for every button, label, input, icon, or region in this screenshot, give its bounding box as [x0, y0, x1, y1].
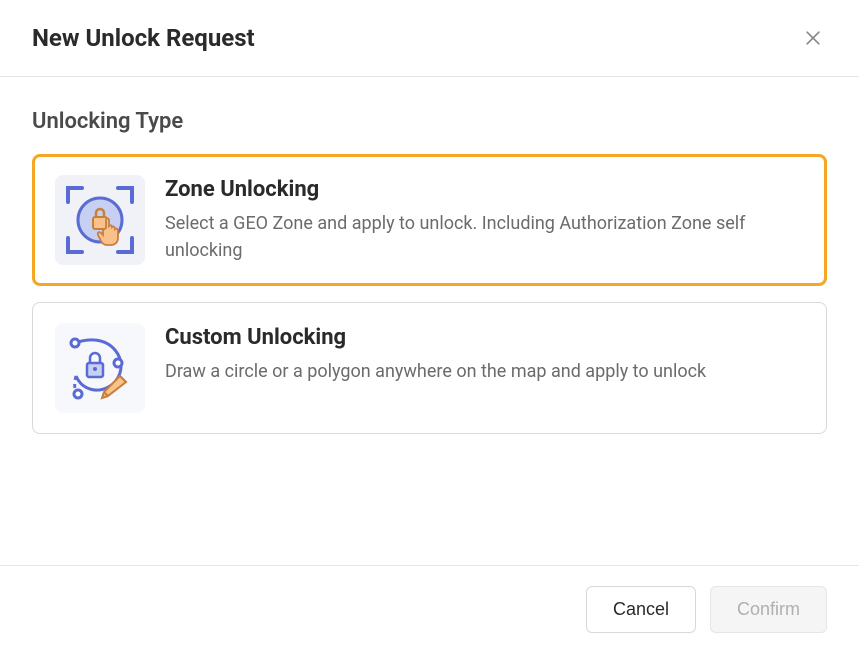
option-title: Zone Unlocking: [165, 177, 804, 202]
close-icon: [803, 28, 823, 48]
option-custom-unlocking[interactable]: Custom Unlocking Draw a circle or a poly…: [32, 302, 827, 434]
new-unlock-request-dialog: New Unlock Request Unlocking Type: [0, 0, 859, 653]
confirm-button[interactable]: Confirm: [710, 586, 827, 633]
dialog-title: New Unlock Request: [32, 24, 255, 52]
option-text: Custom Unlocking Draw a circle or a poly…: [165, 323, 804, 385]
section-title: Unlocking Type: [32, 109, 827, 134]
option-description: Select a GEO Zone and apply to unlock. I…: [165, 210, 804, 264]
dialog-footer: Cancel Confirm: [0, 565, 859, 653]
option-zone-unlocking[interactable]: Zone Unlocking Select a GEO Zone and app…: [32, 154, 827, 286]
zone-unlocking-icon: [55, 175, 145, 265]
option-title: Custom Unlocking: [165, 325, 804, 350]
dialog-header: New Unlock Request: [0, 0, 859, 77]
option-description: Draw a circle or a polygon anywhere on t…: [165, 358, 804, 385]
dialog-body: Unlocking Type: [0, 77, 859, 565]
close-button[interactable]: [799, 24, 827, 52]
option-text: Zone Unlocking Select a GEO Zone and app…: [165, 175, 804, 264]
cancel-button[interactable]: Cancel: [586, 586, 696, 633]
custom-unlocking-icon: [55, 323, 145, 413]
